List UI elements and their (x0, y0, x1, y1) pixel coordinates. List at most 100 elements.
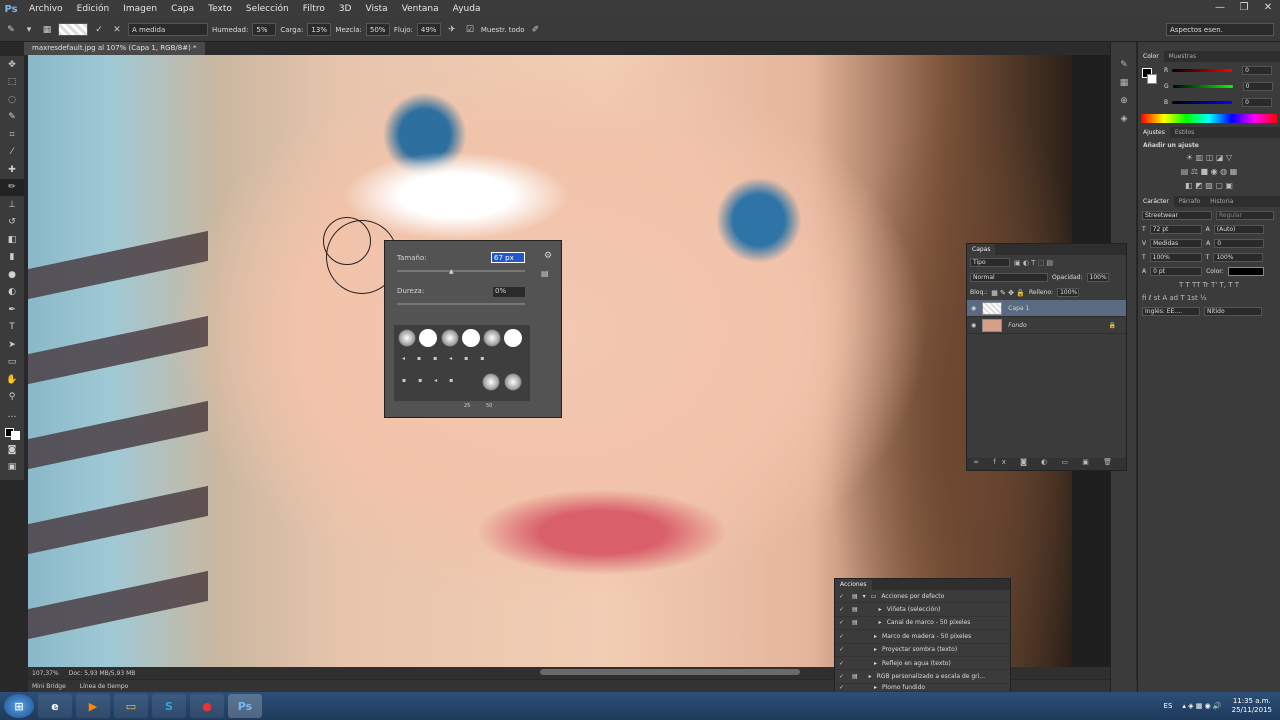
blur-tool-icon[interactable]: ● (0, 266, 24, 284)
type-tool-icon[interactable]: T (0, 319, 24, 337)
color-spectrum[interactable] (1141, 114, 1277, 123)
tracking-field[interactable]: 0 (1214, 239, 1265, 248)
check-icon[interactable]: ✓ (839, 660, 847, 667)
zoom-level[interactable]: 107,37% (32, 670, 59, 677)
action-name[interactable]: Reflejo en agua (texto) (882, 660, 951, 667)
text-color-swatch[interactable] (1227, 267, 1264, 276)
r-value[interactable]: 0 (1242, 66, 1273, 75)
action-row[interactable]: ✓ ▸ Proyectar sombra (texto) (835, 644, 1010, 657)
eye-icon[interactable]: ◉ (971, 305, 976, 312)
adjust-icons-row-1[interactable]: ☀ ▥ ◫ ◪ ▽ (1138, 153, 1280, 162)
history-brush-tool-icon[interactable]: ↺ (0, 214, 24, 232)
menu-edicion[interactable]: Edición (70, 4, 117, 14)
brush-preset[interactable] (482, 373, 500, 391)
brush-preset-icon[interactable]: ▾ (22, 23, 36, 37)
action-name[interactable]: Viñeta (selección) (887, 606, 941, 613)
pressure-icon[interactable]: ✐ (529, 23, 543, 37)
tab-acciones[interactable]: Acciones (835, 579, 872, 590)
document-tab[interactable]: maxresdefault.jpg al 107% (Capa 1, RGB/8… (24, 42, 205, 55)
tool-presets-icon[interactable]: ◈ (1111, 110, 1137, 128)
check-icon[interactable]: ✓ (839, 606, 847, 613)
shape-tool-icon[interactable]: ▭ (0, 354, 24, 372)
action-row[interactable]: ✓ ▸ Reflejo en agua (texto) (835, 657, 1010, 671)
eraser-tool-icon[interactable]: ◧ (0, 231, 24, 249)
brush-panel-icon[interactable]: ▦ (40, 23, 54, 37)
expand-icon[interactable]: ▸ (869, 673, 872, 680)
move-tool-icon[interactable]: ✥ (0, 56, 24, 74)
tab-caracter[interactable]: Carácter (1138, 196, 1174, 207)
layer-name[interactable]: Capa 1 (1008, 305, 1029, 312)
action-name[interactable]: Acciones por defecto (881, 593, 944, 600)
opacity-field[interactable]: 100% (1086, 273, 1109, 282)
media-player-icon[interactable]: ▶ (76, 694, 110, 718)
quick-select-tool-icon[interactable]: ✎ (0, 109, 24, 127)
skype-icon[interactable]: S (152, 694, 186, 718)
layer-row[interactable]: ◉ Fondo 🔒 (967, 317, 1126, 334)
action-set-row[interactable]: ✓ ▤ ▾ ▭ Acciones por defecto (835, 590, 1010, 604)
action-row[interactable]: ✓ ▤ ▸ Viñeta (selección) (835, 603, 1010, 617)
extra-tool-icon[interactable]: … (0, 406, 24, 424)
hardness-slider[interactable] (397, 303, 525, 305)
close-button[interactable]: ✕ (1256, 0, 1280, 16)
expand-icon[interactable]: ▸ (879, 606, 882, 613)
size-field[interactable]: 67 px (491, 252, 525, 263)
pen-tool-icon[interactable]: ✒ (0, 301, 24, 319)
clock[interactable]: 11:35 a.m. 25/11/2015 (1232, 697, 1272, 715)
font-size-field[interactable]: 72 pt (1149, 225, 1202, 234)
layer-row[interactable]: ◉ Capa 1 (967, 300, 1126, 317)
minimize-button[interactable]: — (1208, 0, 1232, 16)
zoom-tool-icon[interactable]: ⚲ (0, 389, 24, 407)
menu-texto[interactable]: Texto (201, 4, 239, 14)
action-row[interactable]: ✓ ▸ Marco de madera - 50 píxeles (835, 630, 1010, 644)
background-color[interactable] (1147, 74, 1157, 84)
check-icon[interactable]: ✓ (839, 619, 847, 626)
maximize-button[interactable]: ❐ (1232, 0, 1256, 16)
g-value[interactable]: 0 (1242, 82, 1273, 91)
action-name[interactable]: Canal de marco - 50 píxeles (887, 619, 971, 626)
language-select[interactable]: Inglés: EE.... (1142, 307, 1200, 316)
expand-icon[interactable]: ▾ (863, 593, 866, 600)
dialog-icon[interactable]: ▤ (852, 673, 858, 680)
action-name[interactable]: Marco de madera - 50 píxeles (882, 633, 971, 640)
menu-imagen[interactable]: Imagen (116, 4, 164, 14)
explorer-icon[interactable]: ▭ (114, 694, 148, 718)
brush-preset-grid[interactable]: ◂▪▪◂▪▪ ▪▪◂▪ 25 50 (394, 325, 530, 409)
ie-icon[interactable]: e (38, 694, 72, 718)
flujo-field[interactable]: 49% (416, 23, 441, 36)
sample-swatch[interactable] (58, 23, 88, 36)
brush-preset[interactable] (483, 329, 501, 347)
dodge-tool-icon[interactable]: ◐ (0, 284, 24, 302)
menu-capa[interactable]: Capa (164, 4, 201, 14)
action-row[interactable]: ✓ ▤ ▸ Canal de marco - 50 píxeles (835, 617, 1010, 631)
dialog-icon[interactable]: ▤ (852, 593, 858, 600)
action-name[interactable]: Plomo fundido (882, 684, 925, 691)
action-row[interactable]: ✓ ▸ Plomo fundido (835, 684, 1010, 692)
kerning-field[interactable]: Medidas (1150, 239, 1203, 248)
menu-ventana[interactable]: Ventana (395, 4, 446, 14)
adjust-icons-row-3[interactable]: ◧ ◩ ▨ ▢ ▣ (1138, 181, 1280, 190)
quick-mask-icon[interactable]: ◙ (0, 441, 24, 459)
menu-3d[interactable]: 3D (332, 4, 359, 14)
dialog-icon[interactable]: ▤ (852, 606, 858, 613)
g-slider[interactable] (1172, 85, 1233, 88)
tab-capas[interactable]: Capas (967, 244, 996, 255)
brush-preset[interactable] (398, 329, 416, 347)
check-icon[interactable]: ✓ (839, 646, 847, 653)
gradient-tool-icon[interactable]: ▮ (0, 249, 24, 267)
brush-preset-row[interactable]: ▪▪◂▪ (402, 377, 465, 384)
r-slider[interactable] (1172, 69, 1233, 72)
menu-archivo[interactable]: Archivo (22, 4, 70, 14)
healing-tool-icon[interactable]: ✚ (0, 161, 24, 179)
text-style-buttons[interactable]: T T TT Tr T' T, T T (1142, 281, 1276, 289)
humedad-field[interactable]: 5% (252, 23, 277, 36)
clone-source-icon[interactable]: ⊕ (1111, 92, 1137, 110)
lock-icons[interactable]: ▦ ✎ ✥ 🔒 (991, 289, 1025, 297)
brush-preset[interactable] (504, 329, 522, 347)
brush-preset[interactable] (441, 329, 459, 347)
photoshop-taskbar-icon[interactable]: Ps (228, 694, 262, 718)
hscale-field[interactable]: 100% (1213, 253, 1264, 262)
menu-seleccion[interactable]: Selección (239, 4, 296, 14)
marquee-tool-icon[interactable]: ⬚ (0, 74, 24, 92)
size-slider[interactable] (397, 270, 525, 272)
menu-vista[interactable]: Vista (358, 4, 394, 14)
